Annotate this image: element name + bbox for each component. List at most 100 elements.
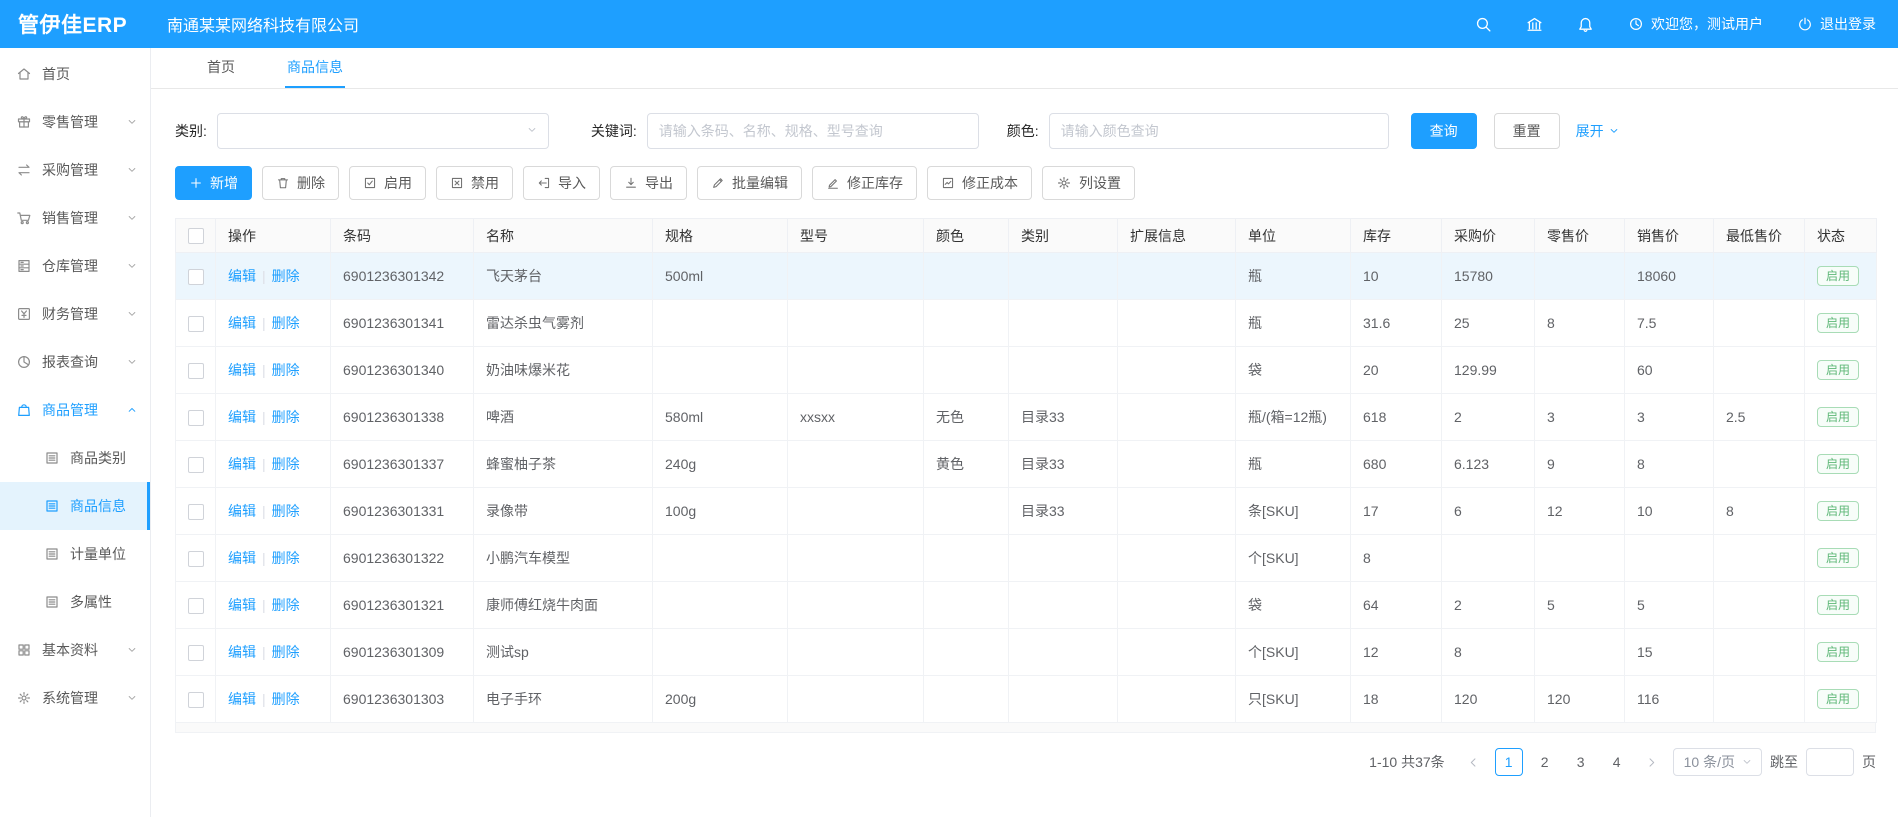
keyword-input[interactable] bbox=[647, 113, 979, 149]
row-checkbox[interactable] bbox=[188, 504, 204, 520]
status-badge: 启用 bbox=[1817, 642, 1859, 662]
tab-product-info[interactable]: 商品信息 bbox=[285, 48, 345, 88]
row-select-cell bbox=[176, 629, 216, 676]
bell-icon[interactable] bbox=[1577, 16, 1594, 33]
cell-model bbox=[788, 300, 924, 347]
delete-link[interactable]: 删除 bbox=[272, 644, 300, 660]
sidebar-item-sales[interactable]: 销售管理 bbox=[0, 194, 150, 242]
jump-page-input[interactable] bbox=[1806, 748, 1854, 776]
edit-link[interactable]: 编辑 bbox=[228, 691, 256, 707]
search-button[interactable]: 查询 bbox=[1411, 113, 1477, 149]
import-button[interactable]: 导入 bbox=[523, 166, 600, 200]
cell-retail-price bbox=[1535, 535, 1625, 582]
page-number-1[interactable]: 1 bbox=[1495, 748, 1523, 776]
column-header: 操作 bbox=[216, 219, 331, 253]
sidebar-item-system[interactable]: 系统管理 bbox=[0, 674, 150, 722]
page-number-4[interactable]: 4 bbox=[1603, 748, 1631, 776]
page-number-2[interactable]: 2 bbox=[1531, 748, 1559, 776]
cell-category bbox=[1009, 253, 1118, 300]
expand-link[interactable]: 展开 bbox=[1576, 121, 1620, 141]
edit-link[interactable]: 编辑 bbox=[228, 456, 256, 472]
fix-stock-button[interactable]: 修正库存 bbox=[812, 166, 917, 200]
row-checkbox[interactable] bbox=[188, 598, 204, 614]
sidebar-item-retail[interactable]: 零售管理 bbox=[0, 98, 150, 146]
delete-link[interactable]: 删除 bbox=[272, 550, 300, 566]
cell-status: 启用 bbox=[1805, 582, 1877, 629]
cell-color bbox=[924, 535, 1009, 582]
cell-ext bbox=[1118, 441, 1236, 488]
select-all-checkbox[interactable] bbox=[188, 228, 204, 244]
edit-link[interactable]: 编辑 bbox=[228, 315, 256, 331]
row-checkbox[interactable] bbox=[188, 363, 204, 379]
welcome-user[interactable]: 欢迎您，测试用户 bbox=[1628, 14, 1763, 34]
delete-link[interactable]: 删除 bbox=[272, 315, 300, 331]
cell-stock: 10 bbox=[1351, 253, 1442, 300]
delete-link[interactable]: 删除 bbox=[272, 597, 300, 613]
sidebar-item-basic-data[interactable]: 基本资料 bbox=[0, 626, 150, 674]
row-checkbox[interactable] bbox=[188, 551, 204, 567]
page-number-3[interactable]: 3 bbox=[1567, 748, 1595, 776]
next-page-button[interactable] bbox=[1639, 748, 1665, 776]
app-logo[interactable]: 管伊佳ERP bbox=[0, 9, 151, 39]
disable-button-label: 禁用 bbox=[471, 173, 499, 193]
enable-button[interactable]: 启用 bbox=[349, 166, 426, 200]
cell-unit: 瓶 bbox=[1236, 253, 1351, 300]
table-scroll-strip[interactable] bbox=[175, 723, 1876, 733]
row-checkbox[interactable] bbox=[188, 457, 204, 473]
row-checkbox[interactable] bbox=[188, 316, 204, 332]
page-size-select[interactable]: 10 条/页 bbox=[1673, 748, 1762, 776]
sidebar-item-reports[interactable]: 报表查询 bbox=[0, 338, 150, 386]
sidebar-item-label: 系统管理 bbox=[42, 688, 98, 708]
category-select[interactable] bbox=[217, 113, 549, 149]
edit-link[interactable]: 编辑 bbox=[228, 644, 256, 660]
delete-link[interactable]: 删除 bbox=[272, 456, 300, 472]
sidebar-item-finance[interactable]: 财务管理 bbox=[0, 290, 150, 338]
edit-link[interactable]: 编辑 bbox=[228, 597, 256, 613]
sidebar-item-products[interactable]: 商品管理 bbox=[0, 386, 150, 434]
sidebar-subitem-product-info[interactable]: 商品信息 bbox=[0, 482, 150, 530]
cell-min-price bbox=[1714, 253, 1805, 300]
cell-unit: 瓶/(箱=12瓶) bbox=[1236, 394, 1351, 441]
delete-link[interactable]: 删除 bbox=[272, 409, 300, 425]
row-checkbox[interactable] bbox=[188, 269, 204, 285]
cell-unit: 条[SKU] bbox=[1236, 488, 1351, 535]
reset-button[interactable]: 重置 bbox=[1494, 113, 1560, 149]
edit-link[interactable]: 编辑 bbox=[228, 362, 256, 378]
edit-link[interactable]: 编辑 bbox=[228, 503, 256, 519]
disable-button[interactable]: 禁用 bbox=[436, 166, 513, 200]
logout-button[interactable]: 退出登录 bbox=[1797, 14, 1876, 34]
color-input[interactable] bbox=[1049, 113, 1389, 149]
delete-button[interactable]: 删除 bbox=[262, 166, 339, 200]
delete-link[interactable]: 删除 bbox=[272, 691, 300, 707]
row-checkbox[interactable] bbox=[188, 692, 204, 708]
cell-name: 康师傅红烧牛肉面 bbox=[474, 582, 653, 629]
delete-link[interactable]: 删除 bbox=[272, 503, 300, 519]
edit-link[interactable]: 编辑 bbox=[228, 268, 256, 284]
search-icon[interactable] bbox=[1475, 16, 1492, 33]
row-checkbox[interactable] bbox=[188, 410, 204, 426]
toolbar: 新增删除启用 禁用 导入导出批量编辑修正库存修正成本列设置 bbox=[175, 166, 1874, 200]
add-button[interactable]: 新增 bbox=[175, 166, 252, 200]
column-settings-button[interactable]: 列设置 bbox=[1042, 166, 1135, 200]
sidebar-subitem-multi-attribute[interactable]: 多属性 bbox=[0, 578, 150, 626]
sidebar-item-warehouse[interactable]: 仓库管理 bbox=[0, 242, 150, 290]
batch-edit-button[interactable]: 批量编辑 bbox=[697, 166, 802, 200]
export-button[interactable]: 导出 bbox=[610, 166, 687, 200]
prev-page-button[interactable] bbox=[1461, 748, 1487, 776]
action-separator: | bbox=[262, 644, 266, 660]
cell-color: 黄色 bbox=[924, 441, 1009, 488]
sidebar-subitem-product-category[interactable]: 商品类别 bbox=[0, 434, 150, 482]
delete-link[interactable]: 删除 bbox=[272, 268, 300, 284]
tab-home[interactable]: 首页 bbox=[205, 48, 237, 88]
edit-link[interactable]: 编辑 bbox=[228, 409, 256, 425]
sidebar-item-home[interactable]: 首页 bbox=[0, 50, 150, 98]
sidebar-subitem-measure-unit[interactable]: 计量单位 bbox=[0, 530, 150, 578]
delete-link[interactable]: 删除 bbox=[272, 362, 300, 378]
fix-cost-button[interactable]: 修正成本 bbox=[927, 166, 1032, 200]
bank-icon[interactable] bbox=[1526, 16, 1543, 33]
column-header: 库存 bbox=[1351, 219, 1442, 253]
sidebar-item-purchase[interactable]: 采购管理 bbox=[0, 146, 150, 194]
edit-link[interactable]: 编辑 bbox=[228, 550, 256, 566]
row-checkbox[interactable] bbox=[188, 645, 204, 661]
cell-purchase-price: 6.123 bbox=[1442, 441, 1535, 488]
